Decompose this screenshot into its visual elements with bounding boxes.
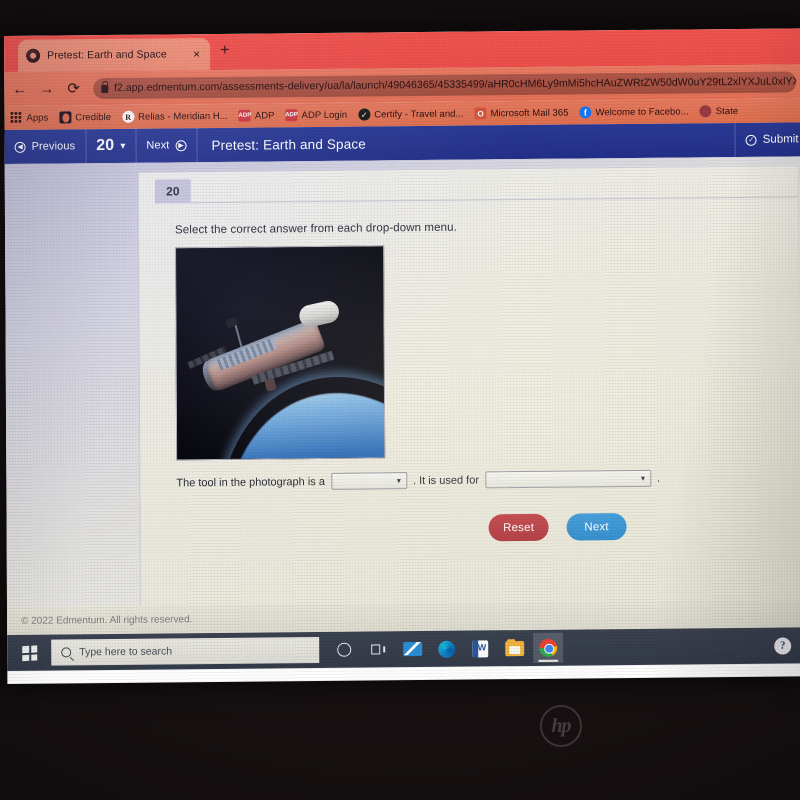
assessment-title: Pretest: Earth and Space: [211, 136, 366, 153]
check-circle-icon: ✓: [745, 134, 757, 146]
file-explorer-icon: [504, 640, 524, 656]
search-placeholder: Type here to search: [79, 645, 173, 659]
question-number-dropdown[interactable]: 20 ▾: [86, 128, 137, 164]
question-number: 20: [96, 136, 115, 155]
cortana-circle-icon: [337, 642, 352, 657]
bookmark-credible[interactable]: Credible: [59, 111, 112, 124]
task-view-icon: [371, 643, 386, 655]
address-bar[interactable]: f2.app.edmentum.com/assessments-delivery…: [92, 70, 797, 99]
bookmark-facebook[interactable]: f Welcome to Facebo...: [579, 105, 689, 119]
bookmark-state[interactable]: State: [699, 105, 739, 118]
arrow-left-circle-icon: ◀: [14, 141, 26, 153]
start-button[interactable]: [7, 635, 51, 671]
question-number-badge: 20: [154, 179, 191, 204]
apps-grid-icon: [10, 111, 22, 124]
search-icon: [61, 647, 72, 658]
mail-icon: [402, 642, 422, 657]
back-icon[interactable]: ←: [12, 80, 27, 97]
bookmark-relias[interactable]: R Relias - Meridian H...: [122, 110, 228, 123]
chrome-icon: [539, 638, 558, 657]
antenna-mast: [234, 323, 243, 349]
cortana-button[interactable]: [329, 635, 359, 665]
next-button-top[interactable]: Next ▶: [136, 128, 198, 163]
lock-icon: [100, 84, 108, 93]
hp-brand-logo: hp: [540, 705, 582, 747]
taskbar-icon-group: [329, 632, 564, 665]
sentence-part-1: The tool in the photograph is a: [176, 475, 325, 489]
office-mail-icon: O: [474, 107, 487, 120]
hubble-space-telescope-photograph: [175, 245, 386, 461]
bookmark-certify[interactable]: ✓ Certify - Travel and...: [358, 108, 464, 121]
taskbar-app-mail[interactable]: [397, 634, 427, 664]
bookmark-adp-login[interactable]: ADP ADP Login: [285, 109, 348, 122]
tab-title: Pretest: Earth and Space: [47, 48, 167, 62]
next-button[interactable]: Next: [566, 513, 627, 541]
url-text: f2.app.edmentum.com/assessments-delivery…: [113, 74, 797, 94]
previous-button[interactable]: ◀ Previous: [4, 129, 87, 164]
task-view-button[interactable]: [363, 634, 393, 664]
bookmark-label: Welcome to Facebo...: [595, 105, 689, 118]
bookmark-label: Apps: [26, 112, 49, 124]
arrow-right-circle-icon: ▶: [175, 139, 187, 151]
system-tray: ?: [774, 636, 792, 655]
facebook-icon: f: [579, 106, 592, 119]
next-label: Next: [146, 139, 170, 152]
copyright-text: © 2022 Edmentum. All rights reserved.: [21, 613, 193, 627]
edmentum-favicon-icon: [26, 48, 41, 63]
reset-button[interactable]: Reset: [488, 513, 549, 542]
browser-tabstrip: Pretest: Earth and Space × +: [4, 28, 800, 72]
sentence-part-3: .: [656, 472, 661, 485]
previous-label: Previous: [31, 140, 76, 153]
bookmark-label: State: [715, 105, 739, 117]
windows-start-icon: [21, 644, 37, 661]
taskbar-app-chrome[interactable]: [533, 632, 564, 663]
question-actions: Reset Next: [488, 513, 627, 542]
screen-content: Pretest: Earth and Space × + ← → ⟳ f2.ap…: [4, 28, 800, 684]
reload-icon[interactable]: ⟳: [66, 80, 81, 97]
sentence-part-2: . It is used for: [412, 473, 479, 487]
taskbar-search-input[interactable]: Type here to search: [51, 637, 320, 666]
bookmark-microsoft-mail[interactable]: O Microsoft Mail 365: [474, 107, 569, 120]
question-instruction: Select the correct answer from each drop…: [174, 221, 457, 237]
bookmark-label: Relias - Meridian H...: [138, 110, 228, 123]
submit-label: Submit: [762, 133, 799, 146]
bookmark-label: Microsoft Mail 365: [490, 107, 569, 119]
dropdown-tool-use[interactable]: ▾: [484, 469, 652, 489]
card-divider: [190, 196, 798, 204]
close-icon[interactable]: ×: [191, 47, 202, 61]
new-tab-button[interactable]: +: [220, 42, 229, 59]
lower-antenna: [264, 377, 277, 392]
edge-icon: [437, 640, 455, 658]
bookmark-label: Certify - Travel and...: [374, 108, 464, 120]
help-question-icon[interactable]: ?: [774, 636, 792, 655]
credible-moon-icon: [59, 111, 72, 124]
chevron-down-icon: ▾: [120, 140, 126, 152]
forward-icon[interactable]: →: [39, 80, 54, 97]
taskbar-app-word[interactable]: [465, 633, 495, 663]
light-shield-hood: [297, 298, 342, 330]
relias-r-icon: R: [122, 110, 135, 123]
question-card: 20 Select the correct answer from each d…: [137, 166, 800, 607]
certify-check-icon: ✓: [358, 108, 371, 121]
submit-button[interactable]: ✓ Submit: [734, 122, 800, 157]
state-cloud-icon: [699, 105, 712, 118]
chevron-down-icon: ▾: [396, 475, 401, 485]
browser-tab[interactable]: Pretest: Earth and Space ×: [18, 38, 211, 72]
assessment-page-body: 20 Select the correct answer from each d…: [4, 156, 800, 607]
word-icon: [472, 639, 489, 658]
fill-in-the-blank-sentence: The tool in the photograph is a ▾ . It i…: [176, 469, 661, 492]
dropdown-tool-type[interactable]: ▾: [330, 472, 407, 490]
windows-taskbar: Type here to search W ?: [7, 627, 800, 671]
adp-icon: ADP: [239, 109, 251, 122]
bookmark-label: ADP Login: [301, 109, 348, 121]
bookmark-label: ADP: [254, 109, 275, 122]
bookmark-label: Credible: [75, 111, 112, 123]
taskbar-app-edge[interactable]: [431, 634, 461, 664]
taskbar-app-file-explorer[interactable]: [499, 633, 529, 663]
adp-icon: ADP: [285, 109, 298, 122]
chevron-down-icon: ▾: [640, 473, 645, 483]
laptop-screen-photo: hp Pretest: Earth and Space × + ← → ⟳ f2…: [0, 0, 800, 800]
bookmark-adp[interactable]: ADP ADP: [239, 109, 275, 122]
bookmark-apps[interactable]: Apps: [10, 111, 49, 124]
